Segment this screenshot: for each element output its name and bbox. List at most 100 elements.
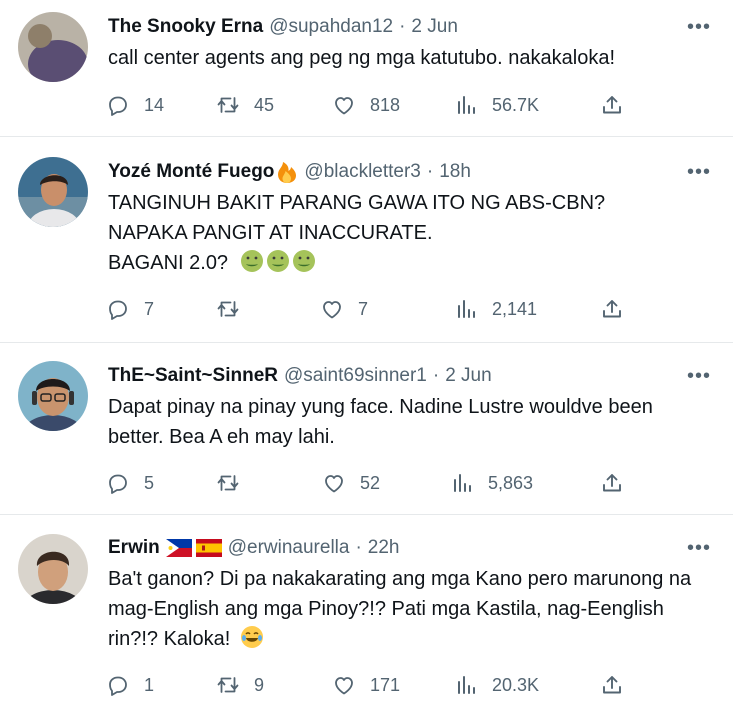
retweet-icon [217,301,239,317]
display-name[interactable]: Erwin [108,537,160,559]
reply-count: 7 [144,298,155,319]
heart-icon [335,97,353,115]
tweet-header: ThE~Saint~SinneR @saint69sinner1 · 2 Jun… [108,363,713,389]
reply-icon [109,676,127,696]
reply-count: 5 [144,472,155,493]
like-button[interactable]: 52 [322,469,380,497]
like-count: 171 [370,674,401,695]
like-button[interactable]: 171 [332,671,400,699]
share-icon [603,300,621,318]
tweet-actions: 14 45 818 56.7K [106,91,636,119]
views-icon [454,474,471,492]
user-handle[interactable]: @erwinaurella [228,537,350,559]
reply-icon [109,300,127,320]
retweet-button[interactable]: 9 [216,671,264,699]
reply-button[interactable]: 14 [106,91,164,119]
more-options-icon[interactable]: ••• [685,14,713,40]
tweet-text: TANGINUH BAKIT PARANG GAWA ITO NG ABS-CB… [108,192,606,274]
tweet-actions: 1 9 171 20.3K [106,671,636,699]
share-button[interactable] [600,91,638,119]
share-button[interactable] [600,295,638,323]
reply-icon [109,96,127,116]
heart-icon [325,475,343,493]
separator-dot: · [432,365,440,386]
reply-count: 14 [144,94,165,115]
views-count: 56.7K [492,94,540,115]
tweet-text-container: Ba't ganon? Di pa nakakarating ang mga K… [108,564,703,654]
retweet-icon [217,97,239,113]
share-icon [603,474,621,492]
tweet-header: Yozé Monté Fuego @blackletter3 · 18h ••• [108,159,713,185]
views-count: 20.3K [492,674,540,695]
tweet-text: Ba't ganon? Di pa nakakarating ang mga K… [108,568,692,650]
share-icon [603,96,621,114]
nauseated-face-emoji-icon [292,250,315,272]
more-options-icon[interactable]: ••• [685,363,713,389]
reply-button[interactable]: 5 [106,469,154,497]
tweet-text: call center agents ang peg ng mga katutu… [108,47,616,69]
avatar[interactable] [18,534,88,604]
separator-dot: · [355,537,362,558]
views-button[interactable]: 20.3K [454,671,539,699]
reply-icon [109,474,127,494]
share-icon [603,676,621,694]
timestamp[interactable]: 2 Jun [411,16,457,38]
avatar[interactable] [18,12,88,82]
reply-count: 1 [144,674,155,695]
nauseated-face-emoji-icon [266,250,289,272]
display-name[interactable]: Yozé Monté Fuego [108,161,274,183]
reply-button[interactable]: 7 [106,295,154,323]
retweet-button[interactable] [216,295,254,323]
display-name[interactable]: ThE~Saint~SinneR [108,365,278,387]
tweet-header: Erwin @erwinaurella · 22h ••• [108,535,713,561]
more-options-icon[interactable]: ••• [685,535,713,561]
avatar[interactable] [18,157,88,227]
fire-emoji-icon [278,162,297,183]
avatar[interactable] [18,361,88,431]
retweet-button[interactable] [216,469,254,497]
nauseated-face-emoji-icon [240,250,263,272]
like-button[interactable]: 7 [320,295,368,323]
share-button[interactable] [600,671,638,699]
tweet[interactable]: ThE~Saint~SinneR @saint69sinner1 · 2 Jun… [0,343,733,515]
retweet-icon [217,677,239,693]
views-button[interactable]: 5,863 [450,469,533,497]
timestamp[interactable]: 18h [439,161,471,183]
philippines-flag-icon [165,539,192,557]
more-options-icon[interactable]: ••• [685,159,713,185]
user-handle[interactable]: @blackletter3 [304,161,420,183]
user-handle[interactable]: @saint69sinner1 [284,365,427,387]
views-count: 2,141 [492,298,538,319]
tweet-text: Dapat pinay na pinay yung face. Nadine L… [108,396,653,448]
like-count: 7 [358,298,369,319]
retweet-button[interactable]: 45 [216,91,274,119]
tweet[interactable]: Yozé Monté Fuego @blackletter3 · 18h •••… [0,137,733,343]
tweet-header: The Snooky Erna @supahdan12 · 2 Jun ••• [108,14,713,40]
tweet[interactable]: Erwin @erwinaurella · 22h ••• Ba't ganon… [0,515,733,724]
user-handle[interactable]: @supahdan12 [269,16,393,38]
retweet-count: 45 [254,94,275,115]
tweet-text-container: TANGINUH BAKIT PARANG GAWA ITO NG ABS-CB… [108,188,713,278]
separator-dot: · [426,161,434,182]
tweet-actions: 5 52 5,863 [106,469,636,497]
heart-icon [323,301,341,319]
views-icon [458,96,475,114]
views-icon [458,300,475,318]
retweet-icon [217,475,239,491]
timestamp[interactable]: 22h [368,537,400,559]
views-button[interactable]: 56.7K [454,91,539,119]
views-button[interactable]: 2,141 [454,295,537,323]
tweet[interactable]: The Snooky Erna @supahdan12 · 2 Jun ••• … [0,0,733,137]
share-button[interactable] [600,469,638,497]
display-name[interactable]: The Snooky Erna [108,16,263,38]
tweet-actions: 7 7 2,141 [106,295,636,323]
like-button[interactable]: 818 [332,91,400,119]
views-icon [458,676,475,694]
reply-button[interactable]: 1 [106,671,154,699]
crying-laughing-emoji-icon [240,626,263,648]
separator-dot: · [399,16,406,37]
like-count: 818 [370,94,401,115]
timestamp[interactable]: 2 Jun [445,365,491,387]
spain-flag-icon [195,539,222,557]
heart-icon [335,677,353,695]
